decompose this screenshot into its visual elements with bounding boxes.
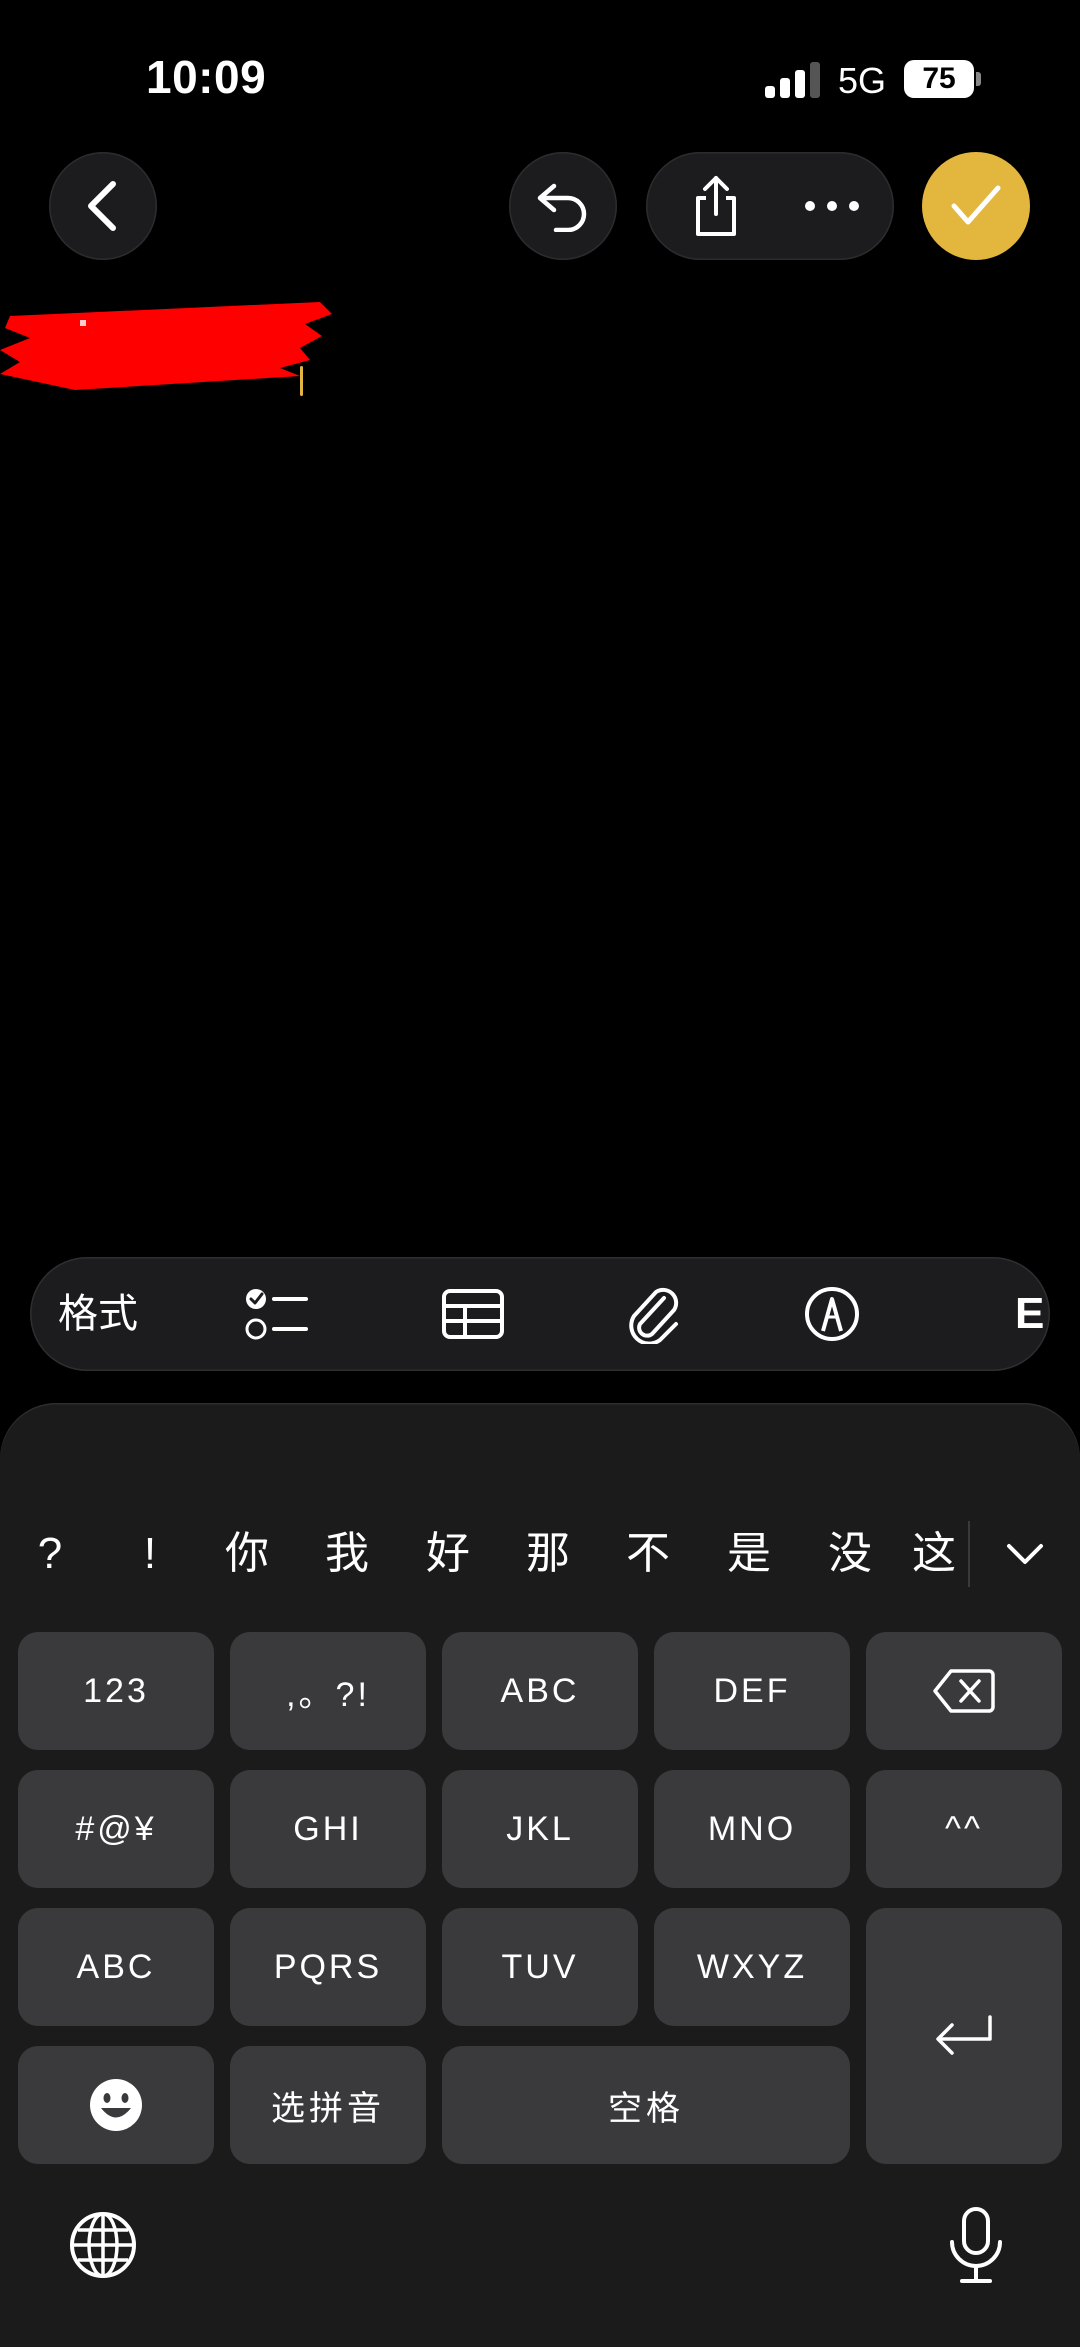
checklist-icon <box>245 1289 308 1340</box>
candidate[interactable]: 你 <box>212 1499 282 1609</box>
candidate[interactable]: ? <box>15 1499 85 1609</box>
globe-icon <box>70 2212 136 2278</box>
key-label: MNO <box>707 1809 797 1848</box>
back-button[interactable] <box>49 152 157 260</box>
delete-button[interactable] <box>866 1632 1062 1750</box>
battery-cap <box>976 72 981 86</box>
key-symbols[interactable]: #@¥ <box>18 1770 214 1888</box>
candidate[interactable]: ! <box>115 1499 185 1609</box>
candidate[interactable]: 没 <box>815 1499 885 1609</box>
candidate-bar: ? ! 你 我 好 那 不 是 没 这 <box>0 1499 1080 1609</box>
key-label: JKL <box>506 1809 574 1848</box>
key-ghi[interactable]: GHI <box>230 1770 426 1888</box>
more-icon <box>805 201 859 211</box>
undo-icon <box>537 183 587 232</box>
key-label: ,。?! <box>286 1675 370 1714</box>
key-pqrs[interactable]: PQRS <box>230 1908 426 2026</box>
microphone-icon <box>950 2207 1002 2283</box>
key-jkl[interactable]: JKL <box>442 1770 638 1888</box>
globe-button[interactable] <box>68 2210 138 2280</box>
key-label: DEF <box>713 1671 791 1710</box>
key-label: ABC <box>500 1671 580 1710</box>
key-label: 123 <box>83 1671 149 1710</box>
key-def[interactable]: DEF <box>654 1632 850 1750</box>
key-tuv[interactable]: TUV <box>442 1908 638 2026</box>
back-icon <box>88 181 116 231</box>
key-wxyz[interactable]: WXYZ <box>654 1908 850 2026</box>
cellular-signal-icon <box>765 60 821 98</box>
candidate-divider <box>968 1521 970 1587</box>
return-icon <box>936 2015 992 2055</box>
more-tools-button[interactable]: E <box>1015 1257 1044 1371</box>
status-time: 10:09 <box>146 51 267 103</box>
space-key[interactable]: 空格 <box>442 2046 850 2164</box>
candidate[interactable]: 我 <box>312 1499 382 1609</box>
more-button[interactable] <box>782 152 882 260</box>
key-label: #@¥ <box>75 1809 157 1848</box>
attachment-button[interactable] <box>604 1257 704 1371</box>
checkmark-icon <box>951 185 1001 225</box>
key-emoticon[interactable]: ^^ <box>866 1770 1062 1888</box>
candidate[interactable]: 好 <box>413 1499 483 1609</box>
undo-button[interactable] <box>509 152 617 260</box>
key-label: WXYZ <box>696 1947 808 1986</box>
text-cursor <box>300 366 303 396</box>
delete-icon <box>933 1669 995 1713</box>
format-button[interactable]: 格式 <box>58 1257 138 1371</box>
markup-button[interactable] <box>782 1257 882 1371</box>
emoji-button[interactable] <box>18 2046 214 2164</box>
key-label: 空格 <box>608 2089 684 2128</box>
return-button[interactable] <box>866 1908 1062 2164</box>
candidate[interactable]: 是 <box>714 1499 784 1609</box>
share-more-group <box>646 152 894 260</box>
key-label: PQRS <box>273 1947 383 1986</box>
key-punctuation[interactable]: ,。?! <box>230 1632 426 1750</box>
expand-candidates-button[interactable] <box>990 1519 1060 1589</box>
key-123[interactable]: 123 <box>18 1632 214 1750</box>
done-button[interactable] <box>922 152 1030 260</box>
paperclip-icon <box>629 1287 679 1344</box>
key-select-pinyin[interactable]: 选拼音 <box>230 2046 426 2164</box>
share-button[interactable] <box>666 152 766 260</box>
key-label: 选拼音 <box>271 2089 385 2128</box>
format-toolbar: 格式 E <box>30 1257 1050 1371</box>
table-button[interactable] <box>423 1257 523 1371</box>
key-label: ^^ <box>945 1809 983 1848</box>
key-label: GHI <box>293 1809 363 1848</box>
share-icon <box>696 176 736 236</box>
emoji-icon <box>90 2079 142 2131</box>
redacted-note-text <box>0 302 332 390</box>
network-type: 5G <box>838 60 887 101</box>
chevron-down-icon <box>1007 1544 1043 1564</box>
candidate[interactable]: 那 <box>513 1499 583 1609</box>
microphone-button[interactable] <box>946 2206 1006 2286</box>
candidate[interactable]: 不 <box>613 1499 683 1609</box>
key-label: TUV <box>501 1947 579 1986</box>
battery-indicator: 75 <box>904 60 974 98</box>
key-abc-switch[interactable]: ABC <box>18 1908 214 2026</box>
key-mno[interactable]: MNO <box>654 1770 850 1888</box>
markup-pen-icon <box>805 1287 859 1341</box>
key-abc[interactable]: ABC <box>442 1632 638 1750</box>
table-icon <box>442 1289 504 1339</box>
checklist-button[interactable] <box>226 1257 326 1371</box>
candidate[interactable]: 这 <box>912 1499 968 1609</box>
key-label: ABC <box>76 1947 156 1986</box>
